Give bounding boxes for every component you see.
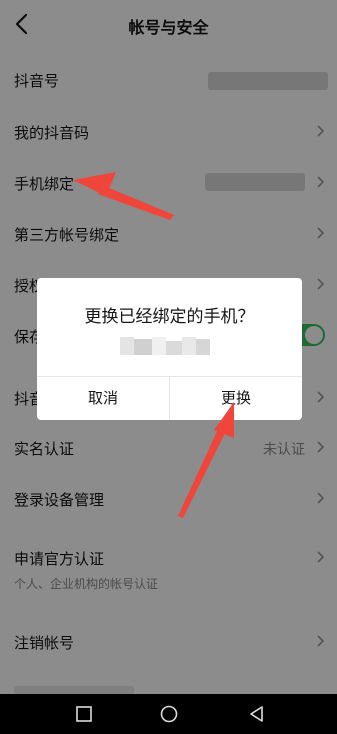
triangle-back-icon bbox=[250, 706, 263, 722]
back-nav-button[interactable] bbox=[245, 702, 269, 726]
square-icon bbox=[76, 706, 92, 722]
change-button[interactable]: 更换 bbox=[170, 377, 302, 420]
cancel-button[interactable]: 取消 bbox=[37, 377, 169, 420]
dialog-title: 更换已经绑定的手机？ bbox=[84, 307, 255, 327]
recent-apps-button[interactable] bbox=[72, 702, 96, 726]
redacted-phone-number bbox=[120, 335, 212, 357]
circle-icon bbox=[160, 705, 178, 723]
change-phone-dialog: 更换已经绑定的手机？ 取消 更换 bbox=[37, 278, 302, 420]
system-nav-bar bbox=[0, 694, 337, 734]
home-button[interactable] bbox=[157, 702, 181, 726]
